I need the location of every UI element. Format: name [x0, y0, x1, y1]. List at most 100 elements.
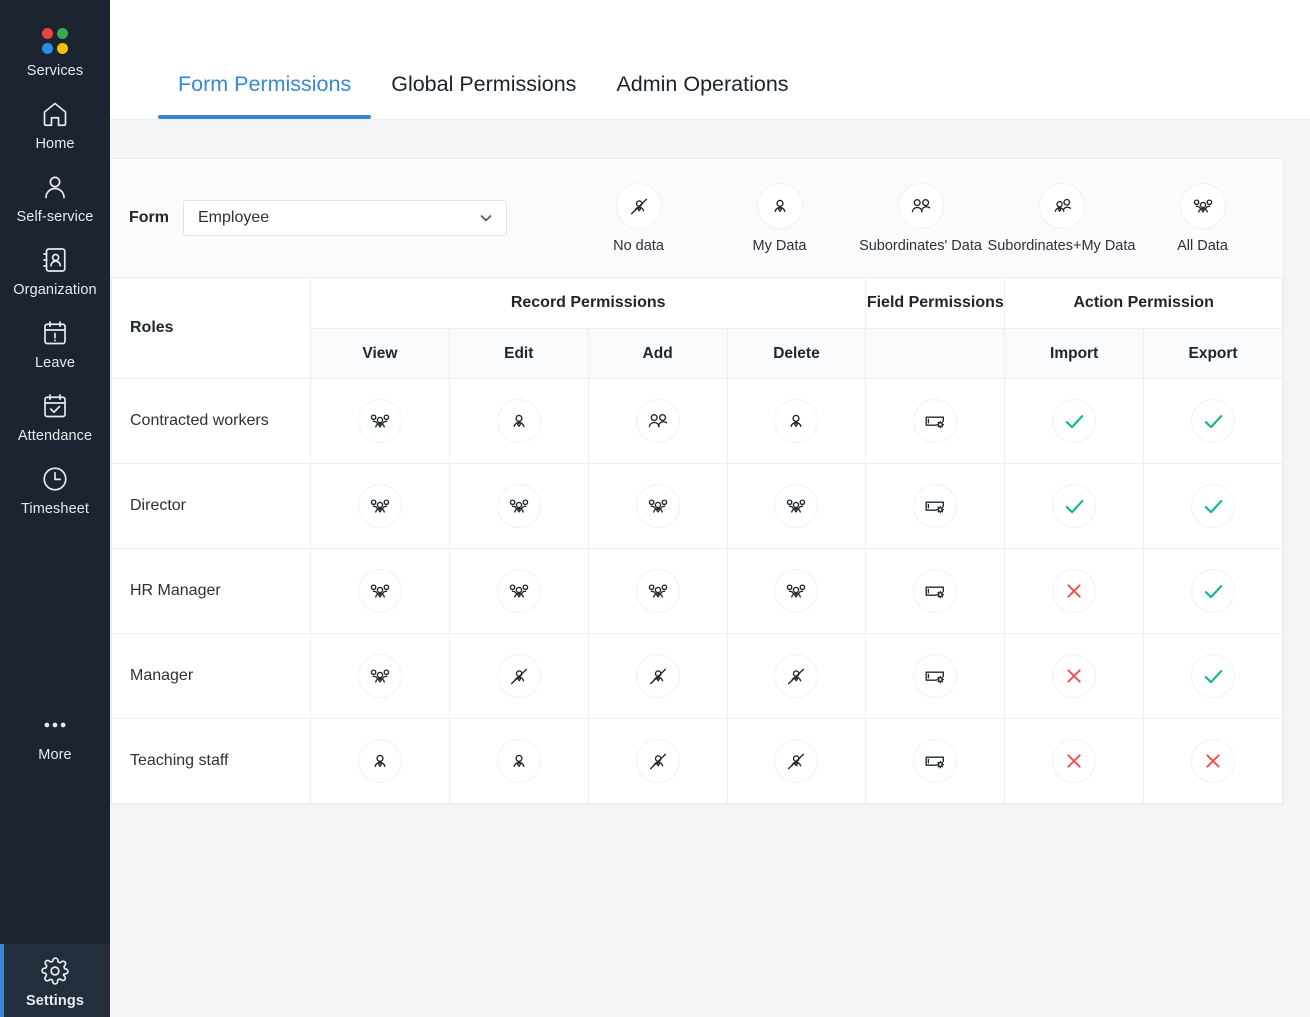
sidebar-item-settings[interactable]: Settings	[0, 944, 110, 1017]
permission-cell-view[interactable]	[310, 633, 450, 719]
sidebar-item-label: Home	[35, 136, 75, 152]
all-data-icon	[635, 484, 680, 528]
legend-item-my-data: My Data	[709, 182, 850, 254]
three-people-icon	[1179, 182, 1226, 229]
permission-cell-delete[interactable]	[726, 718, 867, 804]
tab-global-permissions[interactable]: Global Permissions	[371, 72, 596, 119]
single-person-icon	[756, 182, 803, 229]
permission-cell-export[interactable]	[1143, 463, 1283, 549]
permission-cell-add[interactable]	[587, 378, 728, 464]
permission-cell-[interactable]	[865, 463, 1006, 549]
sidebar-item-attendance[interactable]: Attendance	[0, 379, 110, 452]
permission-cell-edit[interactable]	[448, 718, 589, 804]
permission-cell-edit[interactable]	[448, 463, 589, 549]
sidebar-item-timesheet[interactable]: Timesheet	[0, 452, 110, 525]
role-name-cell: HR Manager	[111, 548, 311, 634]
app-root: Services Home Self-service Organization Leav…	[0, 0, 1310, 1017]
permission-cell-export[interactable]	[1143, 378, 1283, 464]
allowed-icon	[1191, 654, 1236, 698]
table-body: Contracted workers Director HR Manager Mana…	[111, 378, 1283, 804]
calendar-alert-icon	[40, 316, 70, 350]
sidebar-item-label: Attendance	[17, 428, 93, 444]
subordinates-data-icon	[635, 399, 680, 443]
permission-cell-[interactable]	[865, 378, 1006, 464]
my-data-icon	[496, 399, 541, 443]
logo-dot	[42, 43, 53, 54]
contact-book-icon	[40, 243, 70, 277]
permission-cell-export[interactable]	[1143, 548, 1283, 634]
all-data-icon	[635, 569, 680, 613]
sidebar-item-services[interactable]: Services	[0, 14, 110, 87]
sidebar-item-more[interactable]: More	[0, 698, 110, 771]
table-group-header: Field Permissions	[865, 277, 1006, 329]
permission-cell-delete[interactable]	[726, 633, 867, 719]
legend-item-subordinates-data: Subordinates' Data	[850, 182, 991, 254]
all-data-icon	[496, 484, 541, 528]
permission-cell-import[interactable]	[1004, 378, 1145, 464]
permission-cell-edit[interactable]	[448, 548, 589, 634]
permission-cell-edit[interactable]	[448, 378, 589, 464]
permission-cell-export[interactable]	[1143, 633, 1283, 719]
permission-cell-edit[interactable]	[448, 633, 589, 719]
permissions-table: Roles Record Permissions Field Permissions…	[111, 277, 1283, 804]
main-area: Form Permissions Global Permissions Admin …	[110, 0, 1310, 1017]
legend-label: My Data	[752, 237, 807, 254]
permission-cell-view[interactable]	[310, 718, 450, 804]
sidebar-item-label: More	[38, 747, 72, 763]
role-name-cell: Teaching staff	[111, 718, 311, 804]
permission-cell-view[interactable]	[310, 378, 450, 464]
permission-cell-export[interactable]	[1143, 718, 1283, 804]
my-data-icon	[774, 399, 819, 443]
permission-cell-add[interactable]	[587, 633, 728, 719]
denied-icon	[1191, 739, 1236, 783]
sidebar-item-organization[interactable]: Organization	[0, 233, 110, 306]
table-row: Manager	[111, 633, 1283, 719]
permission-cell-view[interactable]	[310, 463, 450, 549]
permission-cell-[interactable]	[865, 633, 1006, 719]
all-data-icon	[357, 569, 402, 613]
table-row: Contracted workers	[111, 378, 1283, 464]
permission-cell-[interactable]	[865, 718, 1006, 804]
permission-cell-delete[interactable]	[726, 548, 867, 634]
table-row: Teaching staff	[111, 718, 1283, 804]
sidebar-item-leave[interactable]: Leave	[0, 306, 110, 379]
permission-cell-add[interactable]	[587, 718, 728, 804]
permission-cell-import[interactable]	[1004, 633, 1145, 719]
permission-cell-view[interactable]	[310, 548, 450, 634]
table-subheader-delete: Delete	[726, 328, 867, 379]
all-data-icon	[357, 654, 402, 698]
permission-cell-import[interactable]	[1004, 548, 1145, 634]
person-plus-group-icon	[1038, 182, 1085, 229]
field-permission-icon	[913, 399, 958, 443]
legend-item-no-data: No data	[568, 182, 709, 254]
all-data-icon	[357, 399, 402, 443]
sidebar-item-label: Timesheet	[20, 501, 90, 517]
table-subheader-view: View	[310, 328, 450, 379]
legend-label: All Data	[1177, 237, 1228, 254]
permission-cell-add[interactable]	[587, 548, 728, 634]
table-subheader-export: Export	[1143, 328, 1283, 379]
permission-cell-add[interactable]	[587, 463, 728, 549]
role-name-cell: Director	[111, 463, 311, 549]
sidebar-item-home[interactable]: Home	[0, 87, 110, 160]
permission-cell-[interactable]	[865, 548, 1006, 634]
sidebar-item-self-service[interactable]: Self-service	[0, 160, 110, 233]
permissions-card: Form Employee No data My Data Subordinates…	[110, 158, 1284, 805]
chevron-down-icon	[478, 210, 494, 226]
permission-cell-import[interactable]	[1004, 463, 1145, 549]
permission-cell-delete[interactable]	[726, 463, 867, 549]
field-permission-icon	[913, 484, 958, 528]
all-data-icon	[774, 484, 819, 528]
form-select[interactable]: Employee	[183, 200, 507, 236]
logo-dot	[57, 43, 68, 54]
permission-cell-import[interactable]	[1004, 718, 1145, 804]
permission-cell-delete[interactable]	[726, 378, 867, 464]
no-data-icon	[774, 739, 819, 783]
no-data-icon	[635, 739, 680, 783]
role-name-cell: Contracted workers	[111, 378, 311, 464]
legend-item-all-data: All Data	[1132, 182, 1273, 254]
tab-admin-operations[interactable]: Admin Operations	[596, 72, 808, 119]
table-head: Roles Record Permissions Field Permissions…	[111, 277, 1283, 379]
tab-form-permissions[interactable]: Form Permissions	[158, 72, 372, 119]
